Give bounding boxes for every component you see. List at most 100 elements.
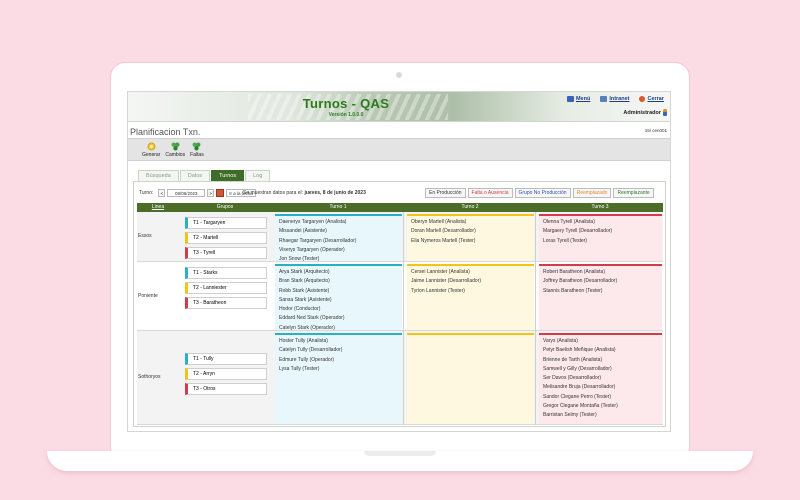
person-entry: Hoster Tully (Analista)	[279, 338, 328, 344]
tabs: Búsqueda Datos Turnos Log	[138, 170, 271, 181]
generate-button[interactable]: Generar	[141, 139, 161, 160]
assigned-people: Cersei Lannister (Analista) Jaime Lannist…	[411, 268, 481, 296]
person-entry: Tyrion Lannister (Tester)	[411, 287, 465, 294]
col-divider	[403, 212, 404, 425]
assigned-people: Daenerys Targaryen (Analista) Missandei (…	[279, 218, 356, 264]
menu-link[interactable]: Menú	[566, 96, 591, 102]
group-button[interactable]: T1 - Tully	[185, 353, 267, 365]
group-button[interactable]: T3 - Baratheon	[185, 297, 267, 309]
date-info-date: jueves, 8 de junio de 2023	[304, 190, 366, 196]
turno-label: Turno:	[139, 190, 154, 196]
header-turno3: Turno 3	[591, 204, 609, 210]
legend-en-produccion: En Producción	[425, 188, 466, 198]
app-title: Turnos - QAS	[302, 96, 390, 111]
col-divider	[535, 212, 536, 425]
absences-icon	[192, 142, 201, 150]
group-button[interactable]: T2 - Martell	[185, 232, 267, 244]
absences-button[interactable]: Faltas	[189, 139, 205, 160]
person-entry: Robert Baratheon (Analista)	[543, 269, 605, 275]
date-info-prefix: Se muestran datos para el:	[243, 190, 304, 196]
person-entry: Stannis Baratheon (Tester)	[543, 287, 603, 294]
intranet-link-label: Intranet	[609, 96, 630, 102]
user-info: Administrador	[623, 109, 667, 116]
person-entry: Gregor Clegane Montaña (Tester)	[543, 403, 618, 410]
tab-datos[interactable]: Datos	[179, 170, 211, 181]
group-button[interactable]: T3 - Tyrell	[185, 247, 267, 259]
person-entry: Robb Stark (Asistente)	[279, 287, 330, 294]
date-filter: Turno: < 08/06/2023 > Ir a la fecha	[139, 189, 256, 197]
shift-color-bar	[539, 264, 662, 266]
shift-color-bar	[407, 214, 534, 216]
shift-color-bar	[407, 264, 534, 266]
person-entry: Jaime Lannister (Desarrollador)	[411, 278, 482, 285]
shift-grid: Linea Grupos Turno 1 Turno 2 Turno 3 Ess…	[137, 203, 663, 425]
assigned-people: Robert Baratheon (Analista) Joffrey Barat…	[543, 268, 617, 296]
changes-button[interactable]: Cambios	[164, 139, 186, 160]
changes-icon	[171, 142, 180, 150]
assigned-people: Varys (Analista) Petyr Baelish Meñique (A…	[543, 337, 618, 421]
calendar-icon[interactable]	[216, 189, 225, 197]
user-tag: 15\ cen001	[644, 128, 667, 133]
person-entry: Viserys Targaryen (Operador)	[279, 246, 345, 253]
changes-label: Cambios	[165, 151, 186, 158]
group-button[interactable]: T1 - Starks	[185, 267, 267, 279]
menu-icon	[566, 96, 574, 102]
intranet-link[interactable]: Intranet	[600, 96, 629, 102]
line-name: Poniente	[138, 292, 158, 299]
date-info: Se muestran datos para el: jueves, 8 de …	[243, 190, 366, 196]
shift-cell-turno1[interactable]: Daenerys Targaryen (Analista) Missandei (…	[275, 214, 402, 264]
group-button[interactable]: T2 - Arryn	[185, 368, 267, 380]
table-row: Sothoryos T1 - Tully T2 - Arryn T3 - Otros H…	[137, 331, 663, 425]
tab-busqueda[interactable]: Búsqueda	[138, 170, 179, 181]
shift-cell-turno2[interactable]: Oberyn Martell (Analista) Doran Martell (…	[407, 214, 534, 261]
person-entry: Missandei (Asistente)	[279, 228, 327, 235]
date-input[interactable]: 08/06/2023	[167, 189, 206, 197]
person-entry: Rhaegar Targaryen (Desarrollador)	[279, 237, 357, 244]
logout-link[interactable]: Cerrar	[639, 96, 664, 102]
legend-no-produccion: Grupo No Producción	[514, 188, 571, 198]
shift-cell-turno2[interactable]	[407, 333, 534, 424]
legend-reemplazado: Reemplazado	[572, 188, 612, 198]
person-entry: Edmure Tully (Operador)	[279, 356, 335, 363]
person-entry: Doran Martell (Desarrollador)	[411, 228, 476, 235]
shift-cell-turno3[interactable]: Olenna Tyrell (Analista) Margaery Tyrell …	[539, 214, 662, 261]
group-button[interactable]: T1 - Targaryen	[185, 217, 267, 229]
shift-cell-turno1[interactable]: Hoster Tully (Analista) Catelyn Tully (De…	[275, 333, 402, 424]
shift-cell-turno2[interactable]: Cersei Lannister (Analista) Jaime Lannist…	[407, 264, 534, 330]
shift-cell-turno3[interactable]: Varys (Analista) Petyr Baelish Meñique (A…	[539, 333, 662, 424]
person-entry: Varys (Analista)	[543, 338, 578, 344]
header-turno2: Turno 2	[461, 204, 479, 210]
shift-cell-turno3[interactable]: Robert Baratheon (Analista) Joffrey Barat…	[539, 264, 662, 330]
group-button[interactable]: T3 - Otros	[185, 383, 267, 395]
line-name: Essos	[138, 233, 152, 239]
user-name: Administrador	[623, 109, 661, 116]
person-entry: Barristan Selmy (Tester)	[543, 412, 597, 419]
header-linea[interactable]: Linea	[137, 203, 179, 212]
toolbar: Generar Cambios Faltas	[128, 138, 670, 161]
shift-color-bar	[275, 333, 402, 335]
person-entry: Ser Davos (Desarrollador)	[543, 375, 602, 382]
laptop-notch	[364, 451, 436, 456]
assigned-people: Olenna Tyrell (Analista) Margaery Tyrell …	[543, 218, 612, 246]
group-button[interactable]: T2 - Lanniester	[185, 282, 267, 294]
next-date-button[interactable]: >	[207, 189, 215, 197]
person-entry: Cersei Lannister (Analista)	[411, 269, 470, 275]
app-screen: Turnos - QAS Versión 1.0.0.0 Menú Intran…	[127, 91, 671, 432]
close-session-icon	[639, 96, 646, 102]
line-name: Sothoryos	[138, 374, 161, 380]
shift-color-bar	[539, 214, 662, 216]
shift-color-bar	[407, 333, 534, 335]
intranet-icon	[600, 96, 608, 102]
prev-date-button[interactable]: <	[158, 189, 166, 197]
header-turno1: Turno 1	[329, 204, 347, 210]
person-entry: Margaery Tyrell (Desarrollador)	[543, 228, 613, 235]
header-grupos: Grupos	[216, 204, 234, 210]
menu-link-label: Menú	[575, 96, 591, 102]
tab-log[interactable]: Log	[245, 170, 271, 181]
assigned-people: Oberyn Martell (Analista) Doran Martell (…	[411, 218, 476, 246]
assigned-people: Arya Stark (Arquitecto) Bran Stark (Arqui…	[279, 268, 345, 333]
person-entry: Samwell y Gilly (Desarrollador)	[543, 365, 612, 372]
tab-turnos[interactable]: Turnos	[211, 170, 245, 181]
table-row: Essos T1 - Targaryen T2 - Martell T3 - Tyre…	[137, 212, 663, 262]
shift-cell-turno1[interactable]: Arya Stark (Arquitecto) Bran Stark (Arqui…	[275, 264, 402, 333]
